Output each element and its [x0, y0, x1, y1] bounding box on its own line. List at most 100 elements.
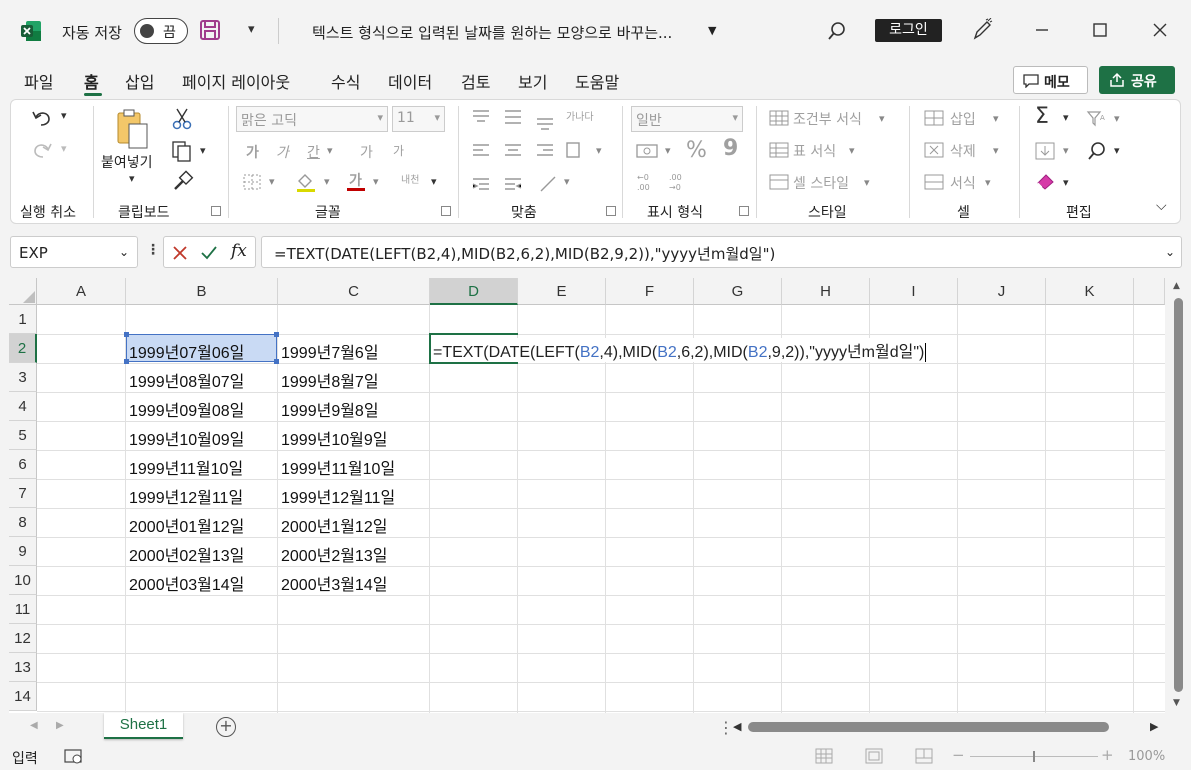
vertical-scroll-thumb[interactable]	[1174, 298, 1183, 692]
column-header-b[interactable]: B	[126, 278, 278, 305]
page-layout-view-icon[interactable]	[865, 748, 883, 764]
prev-sheet-icon[interactable]: ◀	[30, 720, 38, 731]
row-header-10[interactable]: 10	[9, 566, 37, 595]
tab-view[interactable]: 보기	[518, 69, 547, 93]
document-title[interactable]: 텍스트 형식으로 입력된 날짜를 원하는 모양으로 바꾸는...	[312, 22, 672, 43]
sheet-tab-sheet1[interactable]: Sheet1	[104, 713, 183, 739]
horizontal-scroll-thumb[interactable]	[748, 722, 1109, 732]
column-header-h[interactable]: H	[782, 278, 870, 305]
scroll-right-icon[interactable]: ▶	[1150, 720, 1158, 733]
insert-function-icon[interactable]: fx	[231, 241, 247, 261]
row-header-13[interactable]: 13	[9, 653, 37, 682]
worksheet-grid[interactable]: A B C D E F G H I J K 1 2 3 4 5 6 7 8 9 …	[9, 278, 1165, 713]
tab-home[interactable]: 홈	[84, 69, 99, 93]
quick-access-more-icon[interactable]: ▾	[248, 22, 255, 37]
chevron-down-icon[interactable]: ⌄	[119, 245, 129, 259]
row-header-7[interactable]: 7	[9, 479, 37, 508]
search-icon[interactable]	[826, 20, 848, 42]
tab-page-layout[interactable]: 페이지 레이아웃	[182, 69, 290, 93]
paste-dropdown-icon[interactable]: ▾	[129, 172, 135, 185]
cell-c9[interactable]: 2000년2월13일	[278, 542, 387, 566]
zoom-slider-thumb[interactable]	[1033, 751, 1035, 762]
cell-b6[interactable]: 1999년11월10일	[126, 455, 243, 479]
cell-d2-editor[interactable]: =TEXT(DATE(LEFT(B2,4),MID(B2,6,2),MID(B2…	[433, 338, 927, 363]
row-header-2[interactable]: 2	[9, 334, 37, 363]
tab-help[interactable]: 도움말	[575, 69, 619, 93]
cell-c5[interactable]: 1999년10월9일	[278, 426, 387, 450]
select-all-corner[interactable]	[9, 278, 37, 305]
autosum-icon[interactable]: Σ	[1035, 104, 1049, 129]
close-icon[interactable]	[1148, 18, 1172, 42]
scroll-down-icon[interactable]: ▼	[1173, 698, 1180, 708]
row-header-11[interactable]: 11	[9, 595, 37, 624]
cell-c7[interactable]: 1999년12월11일	[278, 484, 395, 508]
more-options-icon[interactable]: ⋮	[718, 718, 734, 737]
paste-label[interactable]: 붙여넣기	[101, 152, 153, 172]
find-icon[interactable]	[1086, 140, 1108, 162]
tab-formulas[interactable]: 수식	[331, 69, 360, 93]
collapse-ribbon-icon[interactable]: ⌵	[1156, 198, 1167, 214]
cell-b7[interactable]: 1999년12월11일	[126, 484, 243, 508]
phonetic-dropdown-icon[interactable]: ▾	[431, 175, 437, 188]
normal-view-icon[interactable]	[815, 748, 833, 764]
row-header-6[interactable]: 6	[9, 450, 37, 479]
accessibility-icon[interactable]	[64, 748, 84, 765]
paste-icon[interactable]	[115, 108, 151, 150]
clear-dropdown-icon[interactable]: ▾	[1063, 176, 1069, 189]
format-painter-icon[interactable]	[172, 170, 194, 192]
column-header-c[interactable]: C	[278, 278, 430, 305]
clear-icon[interactable]	[1035, 172, 1057, 190]
more-options-icon[interactable]: ⋮	[146, 242, 160, 258]
cell-c6[interactable]: 1999년11월10일	[278, 455, 395, 479]
tab-data[interactable]: 데이터	[388, 69, 432, 93]
cell-b10[interactable]: 2000년03월14일	[126, 571, 244, 595]
column-header-i[interactable]: I	[870, 278, 958, 305]
column-header-g[interactable]: G	[694, 278, 782, 305]
clipboard-launcher-icon[interactable]	[211, 206, 221, 216]
autosave-toggle[interactable]: 끔	[134, 18, 188, 44]
cell-c8[interactable]: 2000년1월12일	[278, 513, 387, 537]
cell-b9[interactable]: 2000년02월13일	[126, 542, 244, 566]
zoom-out-icon[interactable]: −	[952, 746, 965, 764]
cell-b5[interactable]: 1999년10월09일	[126, 426, 244, 450]
add-sheet-icon[interactable]: +	[216, 717, 236, 737]
share-button[interactable]: 공유	[1099, 66, 1175, 94]
minimize-icon[interactable]	[1030, 18, 1054, 42]
copy-icon[interactable]	[171, 140, 193, 162]
page-break-view-icon[interactable]	[915, 748, 933, 764]
tab-file[interactable]: 파일	[24, 69, 53, 93]
cell-b4[interactable]: 1999년09월08일	[126, 397, 244, 421]
autosum-dropdown-icon[interactable]: ▾	[1063, 111, 1069, 124]
chevron-down-icon[interactable]: ▼	[708, 24, 716, 37]
cell-c4[interactable]: 1999년9월8일	[278, 397, 379, 421]
row-header-14[interactable]: 14	[9, 682, 37, 711]
undo-icon[interactable]	[31, 108, 53, 128]
row-header-5[interactable]: 5	[9, 421, 37, 450]
cell-c3[interactable]: 1999년8월7일	[278, 368, 379, 392]
row-header-12[interactable]: 12	[9, 624, 37, 653]
save-icon[interactable]	[199, 19, 221, 41]
enter-check-icon[interactable]	[200, 245, 218, 261]
formula-input[interactable]: =TEXT(DATE(LEFT(B2,4),MID(B2,6,2),MID(B2…	[261, 236, 1182, 268]
cell-c2[interactable]: 1999년7월6일	[278, 339, 379, 363]
undo-dropdown-icon[interactable]: ▾	[61, 109, 67, 122]
tab-insert[interactable]: 삽입	[125, 69, 154, 93]
zoom-level[interactable]: 100%	[1128, 749, 1165, 764]
column-header-j[interactable]: J	[958, 278, 1046, 305]
selection-handle[interactable]	[124, 332, 129, 337]
next-sheet-icon[interactable]: ▶	[56, 720, 64, 731]
tab-review[interactable]: 검토	[461, 69, 490, 93]
zoom-in-icon[interactable]: +	[1101, 746, 1114, 764]
memo-button[interactable]: 메모	[1013, 66, 1088, 94]
cell-b2[interactable]: 1999년07월06일	[126, 339, 244, 363]
selection-handle[interactable]	[274, 332, 279, 337]
login-button[interactable]: 로그인	[875, 19, 942, 42]
vertical-scrollbar[interactable]: ▲ ▼	[1166, 278, 1191, 713]
column-header-d[interactable]: D	[430, 278, 518, 305]
maximize-icon[interactable]	[1088, 18, 1112, 42]
name-box[interactable]: EXP ⌄	[10, 236, 138, 268]
row-header-1[interactable]: 1	[9, 305, 37, 334]
copy-dropdown-icon[interactable]: ▾	[200, 144, 206, 157]
expand-formula-icon[interactable]: ⌄	[1165, 245, 1175, 259]
scroll-left-icon[interactable]: ◀	[733, 720, 741, 733]
